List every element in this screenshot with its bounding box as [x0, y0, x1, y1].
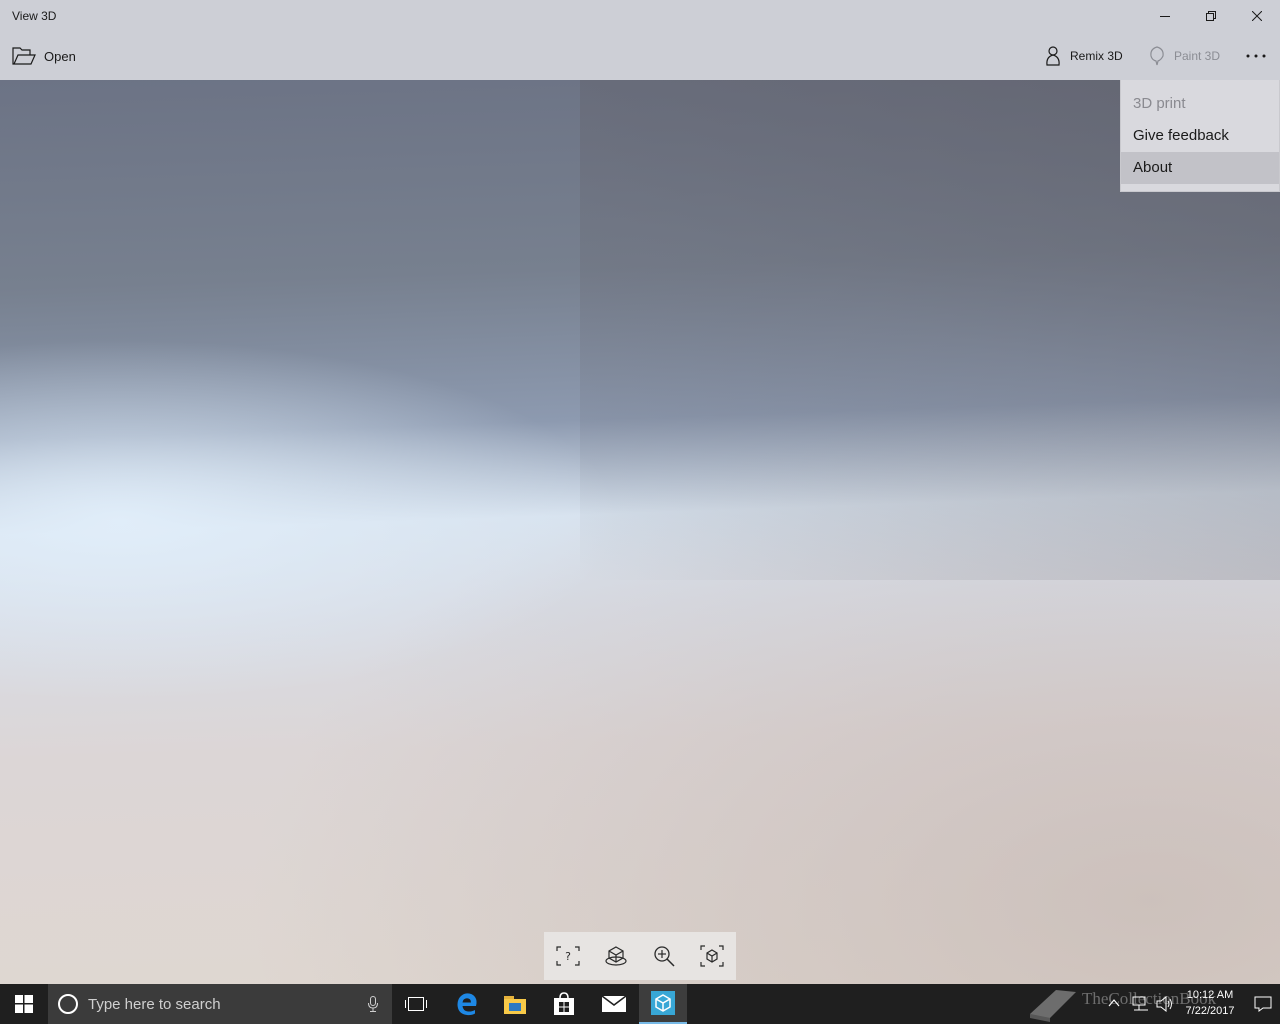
- chevron-up-icon[interactable]: [1108, 996, 1120, 1010]
- zoom-icon: [654, 946, 675, 967]
- more-options-button[interactable]: [1236, 36, 1276, 76]
- close-button[interactable]: [1234, 0, 1280, 32]
- open-label: Open: [44, 48, 76, 64]
- store-bag-icon: [554, 992, 574, 1015]
- file-explorer-taskbar-button[interactable]: [491, 984, 539, 1024]
- volume-icon[interactable]: [1156, 996, 1174, 1012]
- clock-time: 10:12 AM: [1186, 989, 1234, 1001]
- view-3d-taskbar-button[interactable]: [639, 984, 687, 1024]
- more-icon: [1246, 54, 1266, 58]
- task-view-icon: [405, 997, 427, 1011]
- edge-taskbar-button[interactable]: [443, 984, 491, 1024]
- cortana-icon: [58, 994, 78, 1014]
- taskbar-clock[interactable]: 10:12 AM 7/22/2017: [1174, 987, 1246, 1019]
- 3d-viewport[interactable]: [0, 80, 1280, 984]
- mixed-reality-icon: ?: [556, 946, 580, 966]
- mail-icon: [601, 995, 627, 1012]
- zoom-button[interactable]: [640, 932, 688, 980]
- minimize-button[interactable]: [1142, 0, 1188, 32]
- search-placeholder: Type here to search: [88, 995, 221, 1013]
- book-watermark-icon: [1030, 990, 1076, 1022]
- windows-logo-icon: [15, 995, 33, 1013]
- environment-icon: [605, 946, 627, 966]
- open-button[interactable]: Open: [4, 36, 84, 76]
- paint-3d-button[interactable]: Paint 3D: [1140, 36, 1228, 76]
- store-taskbar-button[interactable]: [540, 984, 588, 1024]
- minimize-icon: [1160, 16, 1170, 17]
- action-center-icon[interactable]: [1254, 996, 1272, 1012]
- edge-icon: [457, 993, 477, 1016]
- paint-3d-label: Paint 3D: [1174, 49, 1221, 63]
- clock-date: 7/22/2017: [1185, 1005, 1235, 1017]
- start-button[interactable]: [0, 984, 48, 1024]
- svg-text:?: ?: [565, 950, 571, 963]
- microphone-icon[interactable]: [368, 996, 378, 1012]
- close-icon: [1252, 11, 1262, 21]
- menu-item-about[interactable]: About: [1121, 152, 1279, 184]
- restore-icon: [1206, 11, 1216, 21]
- reset-view-icon: [700, 945, 724, 967]
- menu-item-3d-print: 3D print: [1133, 95, 1186, 112]
- title-bar: View 3D: [0, 0, 1280, 32]
- taskbar: Type here to search TheCollectionBook 10…: [0, 984, 1280, 1024]
- task-view-button[interactable]: [392, 984, 440, 1024]
- paint-3d-icon: [1150, 46, 1164, 66]
- restore-button[interactable]: [1188, 0, 1234, 32]
- file-explorer-icon: [504, 996, 526, 1014]
- taskbar-search-box[interactable]: Type here to search: [48, 984, 392, 1024]
- view-3d-window: View 3D Open Remix 3D Paint 3D 3D print …: [0, 0, 1280, 984]
- folder-open-icon: [12, 47, 36, 65]
- view-tools-bar: ?: [544, 932, 736, 980]
- remix-3d-label: Remix 3D: [1070, 49, 1123, 63]
- app-title: View 3D: [12, 9, 57, 23]
- system-tray: TheCollectionBook 10:12 AM 7/22/2017: [1020, 984, 1280, 1024]
- remix-3d-icon: [1046, 46, 1060, 66]
- menu-item-give-feedback[interactable]: Give feedback: [1121, 120, 1279, 152]
- mail-taskbar-button[interactable]: [590, 984, 638, 1024]
- app-toolbar: Open Remix 3D Paint 3D: [0, 32, 1280, 80]
- view-3d-app-icon: [651, 991, 675, 1015]
- environment-button[interactable]: [592, 932, 640, 980]
- reset-view-button[interactable]: [688, 932, 736, 980]
- remix-3d-button[interactable]: Remix 3D: [1036, 36, 1131, 76]
- network-icon[interactable]: [1132, 996, 1150, 1012]
- overflow-menu: 3D print Give feedback About: [1120, 80, 1280, 192]
- mixed-reality-button[interactable]: ?: [544, 932, 592, 980]
